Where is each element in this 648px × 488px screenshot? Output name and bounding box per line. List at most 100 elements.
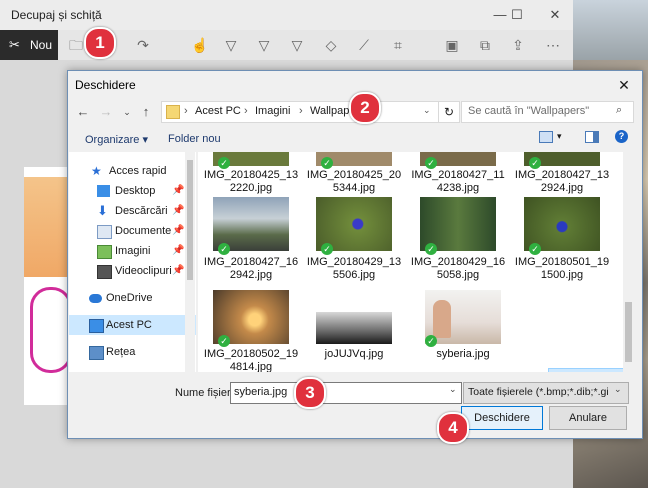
pencil-icon[interactable]: ▽	[252, 30, 276, 60]
pin-icon: 📌	[172, 265, 185, 276]
cancel-button[interactable]: Anulare	[549, 406, 627, 430]
chevron-icon: ›	[184, 105, 188, 117]
open-button[interactable]: Deschidere	[461, 406, 543, 430]
sync-check-icon: ✓	[529, 157, 541, 169]
step-marker-3: 3	[294, 377, 326, 409]
nav-label: Imagini	[115, 245, 151, 257]
file-name[interactable]: IMG_20180425_13 2220.jpg	[203, 169, 299, 195]
file-thumbnail[interactable]	[316, 312, 392, 344]
file-name[interactable]: IMG_20180501_19 1500.jpg	[514, 256, 610, 282]
nav-quick-access[interactable]: ★ Acces rapid	[69, 161, 196, 181]
nav-videos[interactable]: Videoclipuri 📌	[69, 261, 196, 281]
command-bar: Organizare ▾ Folder nou ▾ ?	[69, 128, 641, 152]
organize-button[interactable]: Organizare ▾	[85, 133, 148, 146]
open-dialog: Deschidere ✕ ← → ⌄ ↑ › Acest PC › Imagin…	[67, 70, 643, 439]
search-icon: ⌕	[616, 104, 623, 116]
eraser-icon[interactable]: ◇	[319, 30, 343, 60]
files-scroll-thumb[interactable]	[625, 302, 632, 362]
organize-label: Organizare	[85, 134, 140, 146]
sync-check-icon: ✓	[425, 243, 437, 255]
new-button[interactable]: ✂ Nou	[0, 30, 58, 60]
sync-check-icon: ✓	[218, 243, 230, 255]
nav-label: Desktop	[115, 185, 156, 197]
breadcrumb-pictures[interactable]: Imagini	[255, 105, 290, 117]
sync-check-icon: ✓	[529, 243, 541, 255]
nav-onedrive[interactable]: OneDrive	[69, 288, 196, 308]
up-icon[interactable]: ↑	[137, 102, 155, 122]
forward-icon[interactable]: →	[97, 102, 115, 122]
file-name[interactable]: IMG_20180429_13 5506.jpg	[306, 256, 402, 282]
navigation-pane: ★ Acces rapid Desktop 📌 ⬇ Descărcări 📌 D…	[69, 152, 196, 372]
nav-pictures[interactable]: Imagini 📌	[69, 241, 196, 261]
address-bar[interactable]: › Acest PC › Imagini › Wallpapers ⌄	[161, 101, 439, 123]
redo-icon[interactable]: ↷	[131, 30, 155, 60]
help-icon[interactable]: ?	[615, 130, 628, 143]
breadcrumb-this-pc[interactable]: Acest PC	[195, 105, 241, 117]
dialog-close-button[interactable]: ✕	[610, 73, 638, 97]
nav-network[interactable]: Rețea	[69, 342, 196, 362]
file-name[interactable]: IMG_20180427_16 2942.jpg	[203, 256, 299, 282]
more-icon[interactable]: ⋯	[541, 30, 565, 60]
highlighter-icon[interactable]: ▽	[285, 30, 309, 60]
file-name[interactable]: joJUJVq.jpg	[306, 348, 402, 361]
filetype-select[interactable]: Toate fișierele (*.bmp;*.dib;*.gif;* ⌄	[463, 382, 629, 404]
pin-icon: 📌	[172, 225, 185, 236]
chevron-down-icon: ⌄	[614, 384, 622, 394]
new-button-label: Nou	[30, 38, 53, 52]
share-icon[interactable]: ⇪	[506, 30, 530, 60]
sync-check-icon: ✓	[218, 335, 230, 347]
filename-input[interactable]: syberia.jpg ⌄	[230, 382, 462, 404]
canvas-illustration-top	[24, 177, 72, 277]
app-title: Decupaj și schiță	[11, 8, 102, 22]
search-input[interactable]: Se caută în "Wallpapers" ⌕	[461, 101, 634, 123]
preview-pane-icon[interactable]	[585, 131, 599, 143]
filetype-value: Toate fișierele (*.bmp;*.dib;*.gif;*	[468, 386, 608, 398]
nav-label: Acest PC	[106, 319, 152, 331]
file-thumbnail[interactable]	[425, 290, 501, 344]
nav-label: Acces rapid	[109, 165, 167, 177]
file-name[interactable]: IMG_20180502_19 4814.jpg	[203, 348, 299, 372]
nav-scrollbar[interactable]	[185, 152, 195, 372]
thumbnail-figure	[433, 300, 451, 338]
nav-downloads[interactable]: ⬇ Descărcări 📌	[69, 201, 196, 221]
file-list: ✓ ✓ ✓ ✓ IMG_20180425_13 2220.jpg IMG_201…	[198, 152, 634, 372]
chevron-down-icon[interactable]: ⌄	[449, 384, 457, 395]
files-scrollbar[interactable]	[623, 152, 634, 372]
close-app-button[interactable]: ✕	[537, 0, 573, 30]
file-name[interactable]: syberia.jpg	[415, 348, 511, 361]
pin-icon: 📌	[172, 245, 185, 256]
recent-locations-icon[interactable]: ⌄	[118, 102, 136, 122]
nav-documents[interactable]: Documente 📌	[69, 221, 196, 241]
nav-this-pc[interactable]: Acest PC	[69, 315, 196, 335]
file-name[interactable]: IMG_20180425_20 5344.jpg	[306, 169, 402, 195]
chevron-icon: ›	[244, 105, 248, 117]
network-icon	[89, 346, 104, 360]
sync-check-icon: ✓	[321, 243, 333, 255]
refresh-icon[interactable]: ↻	[438, 101, 460, 123]
file-name[interactable]: IMG_20180429_16 5058.jpg	[410, 256, 506, 282]
view-dropdown-icon[interactable]: ▾	[557, 131, 562, 142]
sync-check-icon: ✓	[425, 335, 437, 347]
view-options-icon[interactable]	[539, 131, 553, 143]
file-name[interactable]: IMG_20180427_11 4238.jpg	[410, 169, 506, 195]
nav-label: OneDrive	[106, 292, 153, 304]
file-name[interactable]: IMG_20180427_13 2924.jpg	[514, 169, 610, 195]
new-folder-button[interactable]: Folder nou	[168, 133, 221, 145]
step-marker-4: 4	[437, 412, 469, 444]
ballpoint-pen-icon[interactable]: ▽	[219, 30, 243, 60]
copy-icon[interactable]: ⧉	[473, 30, 497, 60]
back-icon[interactable]: ←	[74, 102, 92, 122]
touch-writing-icon[interactable]: ☝	[188, 30, 212, 60]
nav-desktop[interactable]: Desktop 📌	[69, 181, 196, 201]
maximize-button[interactable]: ☐	[499, 0, 535, 30]
chevron-icon: ›	[299, 105, 303, 117]
chevron-down-icon[interactable]: ⌄	[423, 105, 431, 116]
nav-scroll-thumb[interactable]	[187, 160, 193, 280]
pc-icon	[89, 319, 104, 333]
nav-label: Videoclipuri	[115, 265, 172, 277]
ruler-icon[interactable]: ⟋	[352, 30, 376, 60]
save-icon[interactable]: ▣	[440, 30, 464, 60]
folder-icon	[166, 105, 180, 119]
nav-label: Rețea	[106, 346, 136, 358]
crop-icon[interactable]: ⌗	[386, 30, 410, 60]
